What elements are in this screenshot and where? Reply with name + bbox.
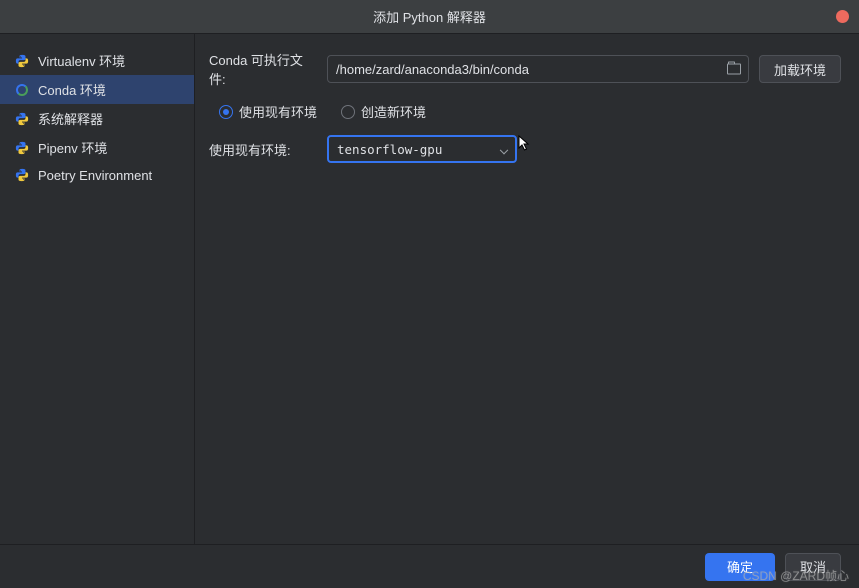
sidebar-item-label: Virtualenv 环境 (38, 51, 125, 70)
close-icon[interactable] (836, 10, 849, 23)
env-select[interactable]: tensorflow-gpu (327, 135, 517, 163)
watermark: CSDN @ZARD帧心 (743, 567, 849, 584)
python-icon (14, 53, 30, 69)
content-panel: Conda 可执行文件: 加载环境 使用现有环境 创造新环境 使用现有 (195, 34, 859, 544)
main-content: Virtualenv 环境 Conda 环境 系统解释器 Pipenv 环境 P… (0, 34, 859, 544)
chevron-down-icon (500, 146, 508, 154)
titlebar: 添加 Python 解释器 (0, 0, 859, 34)
sidebar-item-label: Pipenv 环境 (38, 138, 107, 157)
radio-label: 创造新环境 (361, 102, 426, 121)
sidebar-item-conda[interactable]: Conda 环境 (0, 75, 194, 104)
sidebar-item-label: Poetry Environment (38, 168, 152, 183)
executable-row: Conda 可执行文件: 加载环境 (209, 50, 841, 88)
conda-icon (14, 82, 30, 98)
sidebar-item-poetry[interactable]: Poetry Environment (0, 162, 194, 188)
radio-checked-icon (219, 105, 233, 119)
sidebar: Virtualenv 环境 Conda 环境 系统解释器 Pipenv 环境 P… (0, 34, 195, 544)
sidebar-item-virtualenv[interactable]: Virtualenv 环境 (0, 46, 194, 75)
python-icon (14, 111, 30, 127)
load-env-button[interactable]: 加载环境 (759, 55, 841, 83)
executable-input[interactable] (327, 55, 749, 83)
window-title: 添加 Python 解释器 (373, 7, 486, 26)
executable-label: Conda 可执行文件: (209, 50, 317, 88)
sidebar-item-system[interactable]: 系统解释器 (0, 104, 194, 133)
radio-create-new[interactable]: 创造新环境 (341, 102, 426, 121)
footer: 确定 取消 (0, 544, 859, 588)
sidebar-item-pipenv[interactable]: Pipenv 环境 (0, 133, 194, 162)
sidebar-item-label: 系统解释器 (38, 109, 103, 128)
radio-unchecked-icon (341, 105, 355, 119)
radio-use-existing[interactable]: 使用现有环境 (219, 102, 317, 121)
env-select-value: tensorflow-gpu (337, 142, 442, 157)
radio-group: 使用现有环境 创造新环境 (219, 102, 426, 121)
executable-input-wrap (327, 55, 749, 83)
existing-env-row: 使用现有环境: tensorflow-gpu (209, 135, 841, 163)
radio-row: 使用现有环境 创造新环境 (209, 102, 841, 121)
folder-icon[interactable] (727, 64, 741, 75)
radio-label: 使用现有环境 (239, 102, 317, 121)
sidebar-item-label: Conda 环境 (38, 80, 106, 99)
python-icon (14, 140, 30, 156)
python-icon (14, 167, 30, 183)
existing-env-label: 使用现有环境: (209, 140, 317, 159)
